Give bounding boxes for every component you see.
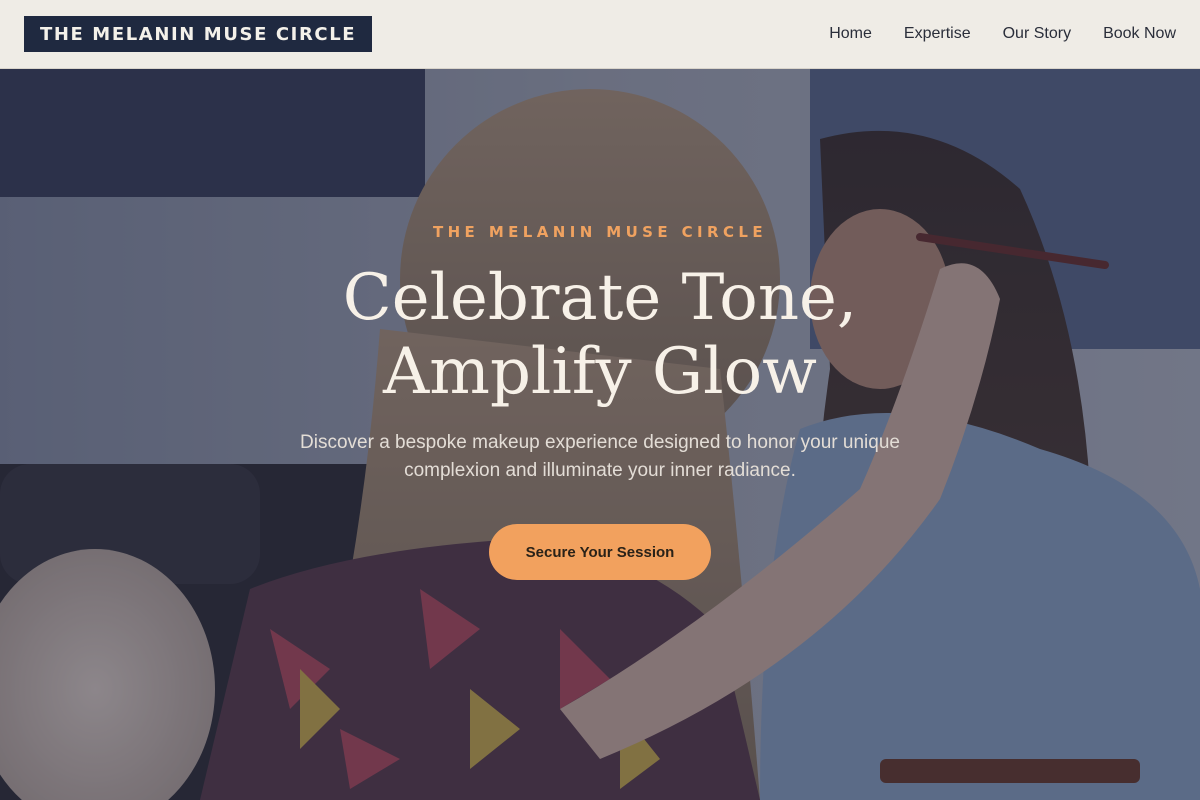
nav-expertise-link[interactable]: Expertise bbox=[904, 25, 971, 43]
brand-logo[interactable]: THE MELANIN MUSE CIRCLE bbox=[24, 16, 373, 52]
site-header: THE MELANIN MUSE CIRCLE Home Expertise O… bbox=[0, 0, 1200, 69]
hero-subtext: Discover a bespoke makeup experience des… bbox=[300, 432, 900, 481]
hero-headline-line-2: Amplify Glow bbox=[383, 335, 817, 409]
main-nav: Home Expertise Our Story Book Now bbox=[829, 25, 1176, 43]
nav-book-now-link[interactable]: Book Now bbox=[1103, 25, 1176, 43]
hero-headline-line-1: Celebrate Tone, bbox=[342, 261, 858, 335]
hero-headline: Celebrate Tone, Amplify Glow bbox=[0, 261, 1200, 409]
hero-section: THE MELANIN MUSE CIRCLE Celebrate Tone, … bbox=[0, 69, 1200, 800]
secure-session-button[interactable]: Secure Your Session bbox=[489, 524, 711, 580]
nav-our-story-link[interactable]: Our Story bbox=[1003, 25, 1071, 43]
hero-content: THE MELANIN MUSE CIRCLE Celebrate Tone, … bbox=[0, 69, 1200, 800]
hero-eyebrow: THE MELANIN MUSE CIRCLE bbox=[432, 223, 768, 241]
nav-home-link[interactable]: Home bbox=[829, 25, 872, 43]
